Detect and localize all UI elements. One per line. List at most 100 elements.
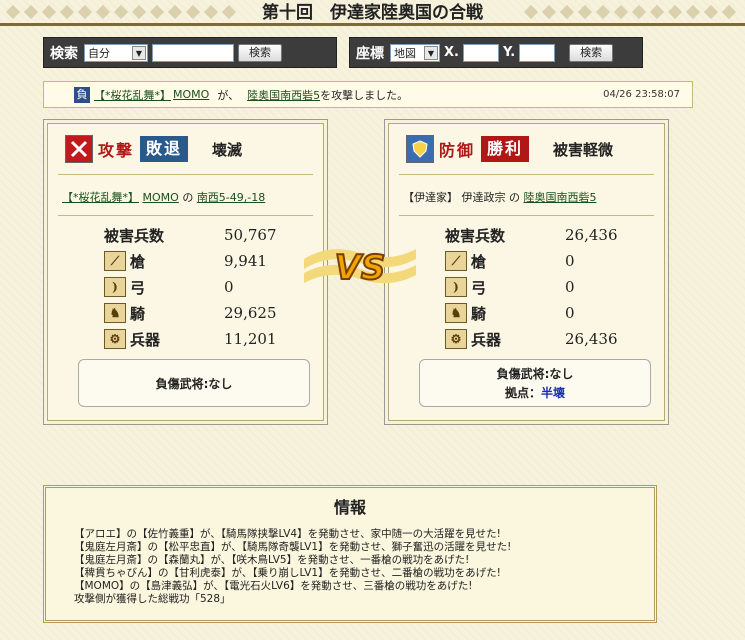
divider bbox=[58, 215, 313, 216]
coordinate-type-select[interactable]: 地図 ▼ bbox=[390, 43, 440, 62]
defense-role-label: 防御 bbox=[439, 141, 476, 160]
news-alliance-link[interactable]: 【*桜花乱舞*】 bbox=[94, 87, 171, 103]
base-status: 拠点：半壊 bbox=[420, 384, 650, 401]
stat-label: 兵器 bbox=[471, 330, 502, 349]
swords-icon bbox=[65, 135, 93, 163]
attack-result-badge: 敗退 bbox=[140, 136, 189, 162]
title-decoration-left bbox=[4, 4, 238, 20]
stat-value: 0 bbox=[565, 304, 575, 322]
stat-label: 騎 bbox=[130, 304, 146, 323]
stat-value: 0 bbox=[565, 278, 575, 296]
shield-icon bbox=[406, 135, 434, 163]
news-timestamp: 04/26 23:58:07 bbox=[603, 89, 680, 100]
stat-value: 0 bbox=[224, 278, 234, 296]
divider bbox=[399, 215, 654, 216]
battle-news-row: 負 【*桜花乱舞*】 MOMO が、 陸奥国南西砦5 を攻撃しました。 04/2… bbox=[43, 81, 693, 108]
battle-info-box: 情報 【アロエ】の【佐竹義重】が、【騎馬隊挟撃LV4】を発動させ、家中随一の大活… bbox=[43, 485, 657, 623]
defense-stat-total: 被害兵数 26,436 bbox=[445, 222, 645, 248]
coordinate-label: 座標 bbox=[356, 45, 384, 62]
info-line: 【MOMO】の【島津義弘】が、【電光石火LV6】を発動させ、三番槍の戦功をあげた… bbox=[74, 580, 473, 592]
stat-label: 被害兵数 bbox=[104, 226, 165, 245]
search-button[interactable]: 検索 bbox=[238, 43, 282, 62]
horse-icon: ♞ bbox=[104, 303, 126, 323]
x-coordinate-input[interactable] bbox=[462, 43, 499, 62]
info-title: 情報 bbox=[333, 498, 366, 517]
coordinate-search-button[interactable]: 検索 bbox=[569, 43, 614, 62]
defense-result-badge: 勝利 bbox=[481, 136, 530, 162]
vs-emblem: VS bbox=[304, 247, 416, 289]
attack-location-link[interactable]: 南西5-49,-18 bbox=[197, 191, 265, 204]
attack-stat-bow: ) 弓 0 bbox=[104, 274, 304, 300]
defense-wounded-generals: 負傷武将:なし 拠点：半壊 bbox=[419, 359, 651, 407]
search-type-select[interactable]: 自分 ▼ bbox=[84, 43, 148, 62]
search-bar: 検索 自分 ▼ 検索 bbox=[43, 37, 337, 68]
stat-value: 0 bbox=[565, 252, 575, 270]
attack-player-link[interactable]: MOMO bbox=[143, 191, 179, 204]
wounded-generals-text: 負傷武将:なし bbox=[155, 376, 233, 391]
siege-weapon-icon: ⚙ bbox=[104, 329, 126, 349]
defense-player: 伊達政宗 bbox=[461, 191, 506, 204]
stat-value: 26,436 bbox=[565, 226, 618, 244]
y-label: Y. bbox=[502, 45, 516, 60]
title-decoration-right bbox=[522, 4, 738, 20]
vs-label: VS bbox=[335, 248, 386, 288]
spear-icon: ⟋ bbox=[104, 251, 126, 271]
coordinate-type-value: 地図 bbox=[394, 46, 416, 60]
search-label: 検索 bbox=[50, 45, 78, 62]
attack-stat-cavalry: ♞ 騎 29,625 bbox=[104, 300, 304, 326]
info-line: 【鬼庭左月斎】の【松平忠直】が、【騎馬隊奇襲LV1】を発動させ、獅子奮迅の活躍を… bbox=[74, 541, 512, 553]
chevron-down-icon: ▼ bbox=[132, 45, 146, 60]
horse-icon: ♞ bbox=[445, 303, 467, 323]
news-target-link[interactable]: 陸奥国南西砦5 bbox=[247, 87, 320, 103]
attack-wounded-generals: 負傷武将:なし bbox=[78, 359, 310, 407]
stat-label: 槍 bbox=[130, 252, 146, 271]
spear-icon: ⟋ bbox=[445, 251, 467, 271]
stat-label: 被害兵数 bbox=[445, 226, 506, 245]
stat-value: 26,436 bbox=[565, 330, 618, 348]
stat-label: 兵器 bbox=[130, 330, 161, 349]
defense-stat-spear: ⟋ 槍 0 bbox=[445, 248, 645, 274]
defense-alliance: 【伊達家】 bbox=[403, 191, 458, 204]
base-status-label: 拠点： bbox=[504, 386, 541, 400]
base-status-value: 半壊 bbox=[541, 386, 566, 400]
defense-particle: の bbox=[509, 191, 520, 204]
stat-label: 槍 bbox=[471, 252, 487, 271]
stat-label: 弓 bbox=[130, 278, 146, 297]
info-line: 【アロエ】の【佐竹義重】が、【騎馬隊挟撃LV4】を発動させ、家中随一の大活躍を見… bbox=[74, 528, 501, 540]
stat-value: 29,625 bbox=[224, 304, 277, 322]
attack-role-label: 攻撃 bbox=[98, 141, 135, 160]
stat-value: 11,201 bbox=[224, 330, 277, 348]
search-type-value: 自分 bbox=[88, 46, 110, 60]
bow-icon: ) bbox=[445, 277, 467, 297]
attack-stat-spear: ⟋ 槍 9,941 bbox=[104, 248, 304, 274]
defense-panel: 防御 勝利 被害軽微 【伊達家】 伊達政宗 の 陸奥国南西砦5 被害兵数 26,… bbox=[384, 119, 669, 425]
attack-stat-weapon: ⚙ 兵器 11,201 bbox=[104, 326, 304, 352]
news-particle: が、 bbox=[217, 88, 240, 102]
chevron-down-icon: ▼ bbox=[424, 45, 438, 60]
defense-location-link[interactable]: 陸奥国南西砦5 bbox=[524, 191, 597, 204]
defense-damage-level: 被害軽微 bbox=[553, 140, 614, 159]
defense-stat-cavalry: ♞ 騎 0 bbox=[445, 300, 645, 326]
info-line: 【稗貫ちゃびん】の【甘利虎泰】が、【乗り崩しLV1】を発動させ、二番槍の戦功をあ… bbox=[74, 567, 501, 579]
stat-label: 騎 bbox=[471, 304, 487, 323]
info-line: 【鬼庭左月斎】の【森蘭丸】が、【咲木鳥LV5】を発動させ、一番槍の戦功をあげた! bbox=[74, 554, 470, 566]
wounded-generals-text: 負傷武将:なし bbox=[496, 367, 574, 381]
y-coordinate-input[interactable] bbox=[519, 43, 556, 62]
x-label: X. bbox=[444, 45, 459, 60]
bow-icon: ) bbox=[104, 277, 126, 297]
attack-particle: の bbox=[182, 191, 194, 204]
stat-value: 9,941 bbox=[224, 252, 267, 270]
coordinate-bar: 座標 地図 ▼ X. Y. 検索 bbox=[349, 37, 643, 68]
news-player-link[interactable]: MOMO bbox=[173, 88, 209, 101]
attack-stat-total: 被害兵数 50,767 bbox=[104, 222, 304, 248]
defense-subject: 【伊達家】 伊達政宗 の 陸奥国南西砦5 bbox=[389, 175, 664, 215]
attack-alliance-link[interactable]: 【*桜花乱舞*】 bbox=[62, 191, 139, 204]
siege-weapon-icon: ⚙ bbox=[445, 329, 467, 349]
defense-stat-bow: ) 弓 0 bbox=[445, 274, 645, 300]
search-input[interactable] bbox=[152, 43, 234, 62]
attack-panel: 攻撃 敗退 壊滅 【*桜花乱舞*】 MOMO の 南西5-49,-18 被害兵数… bbox=[43, 119, 328, 425]
stat-label: 弓 bbox=[471, 278, 487, 297]
info-line: 攻撃側が獲得した総戦功「528」 bbox=[74, 593, 231, 605]
attack-damage-level: 壊滅 bbox=[212, 140, 243, 159]
news-action-text: を攻撃しました。 bbox=[320, 88, 409, 102]
